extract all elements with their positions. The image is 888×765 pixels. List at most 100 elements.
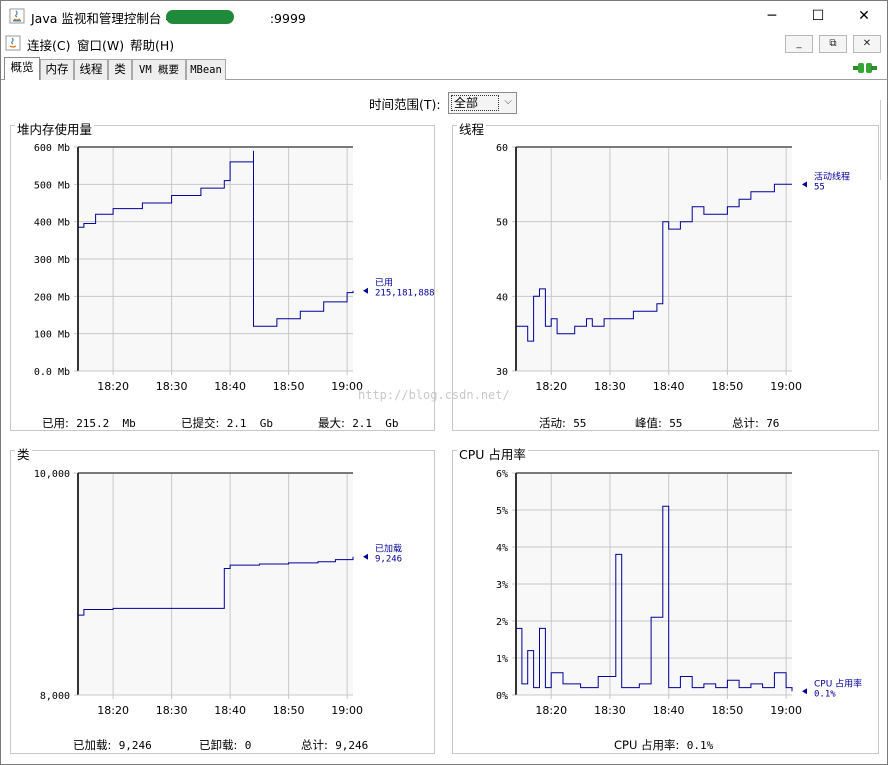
classes-unloaded-stat: 已卸载: 0 xyxy=(199,738,252,752)
menu-help[interactable]: 帮助(H) xyxy=(130,35,174,54)
tab-memory[interactable]: 内存 xyxy=(40,59,74,80)
y-tick-label: 50 xyxy=(496,218,508,229)
menu-window[interactable]: 窗口(W) xyxy=(77,35,124,54)
menu-bar: 连接(C) 窗口(W) 帮助(H) _ ⧉ ✕ xyxy=(1,31,887,55)
x-tick-label: 18:40 xyxy=(653,704,685,717)
series-name-label: CPU 占用率 xyxy=(814,677,862,689)
threads-live-stat: 活动: 55 xyxy=(539,416,587,430)
tab-overview[interactable]: 概览 xyxy=(4,57,40,81)
time-range-value: 全部 xyxy=(451,95,499,111)
title-bar[interactable]: Java 监视和管理控制台 - :9999 ─ ☐ ✕ xyxy=(1,1,887,31)
threads-peak-stat: 峰值: 55 xyxy=(635,416,683,430)
heap-memory-chart: 18:20 18:30 18:40 18:50 19:000.0 Mb100 Mb200… xyxy=(34,143,434,393)
series-marker-icon xyxy=(802,181,807,188)
inner-minimize-button[interactable]: _ xyxy=(785,35,813,53)
connection-status-icon xyxy=(853,63,877,73)
x-tick-label: 18:40 xyxy=(214,704,246,717)
window-edge-scrollbar[interactable] xyxy=(880,100,887,180)
panel-cpu: CPU 占用率 18:20 18:30 18:40 18:50 19:00 0% 1% 2% 3… xyxy=(452,444,879,754)
y-tick-label: 6% xyxy=(496,469,508,480)
y-tick-label: 30 xyxy=(496,367,508,378)
classes-total-stat: 总计: 9,246 xyxy=(301,738,369,752)
series-marker-icon xyxy=(363,553,368,560)
x-tick-label: 18:50 xyxy=(712,380,744,393)
tab-strip: 概览 内存 线程 类 VM 概要 MBean xyxy=(1,57,887,81)
close-button[interactable]: ✕ xyxy=(841,1,887,31)
y-tick-label: 4% xyxy=(496,543,508,554)
y-tick-label: 0.0 Mb xyxy=(34,367,70,378)
x-tick-label: 18:30 xyxy=(594,380,626,393)
redacted-host-mark xyxy=(166,10,234,24)
java-icon xyxy=(5,35,21,51)
series-name-label: 活动线程 xyxy=(814,170,850,182)
heap-committed-stat: 已提交: 2.1 Gb xyxy=(181,416,274,430)
heap-max-stat: 最大: 2.1 Gb xyxy=(318,416,399,430)
x-tick-label: 18:20 xyxy=(97,704,129,717)
x-tick-label: 18:40 xyxy=(214,380,246,393)
x-tick-label: 18:30 xyxy=(156,704,188,717)
heap-used-stat: 已用: 215.2 Mb xyxy=(42,416,136,430)
y-tick-label: 500 Mb xyxy=(34,180,70,191)
watermark-text: http://blog.csdn.net/ xyxy=(358,388,510,402)
classes-chart: 18:20 18:30 18:40 18:50 19:00 8,000 10,000 已加载9… xyxy=(34,469,402,717)
inner-restore-button[interactable]: ⧉ xyxy=(819,35,847,53)
plot-area xyxy=(78,473,353,695)
threads-total-stat: 总计: 76 xyxy=(732,416,780,430)
tab-mbean[interactable]: MBean xyxy=(186,59,226,80)
overview-content: 时间范围(T): 全部 ⌵ 堆内存使用量 18:20 18:30 18:40 18:5… xyxy=(1,80,887,764)
y-tick-label: 3% xyxy=(496,580,508,591)
tab-vm-summary[interactable]: VM 概要 xyxy=(132,59,186,80)
y-tick-label: 2% xyxy=(496,617,508,628)
inner-close-button[interactable]: ✕ xyxy=(853,35,881,53)
x-tick-label: 19:00 xyxy=(770,380,802,393)
java-app-icon xyxy=(9,8,25,24)
panel-heap-memory: 堆内存使用量 18:20 18:30 18:40 18:50 19:00 0.0 Mb 10… xyxy=(10,119,435,431)
panel-classes: 类 18:20 18:30 18:40 18:50 19:00 8,000 10,000 已加… xyxy=(10,444,435,754)
series-name-label: 已加载 xyxy=(375,543,402,555)
y-tick-label: 10,000 xyxy=(34,469,70,480)
x-tick-label: 19:00 xyxy=(770,704,802,717)
series-marker-icon xyxy=(363,287,368,294)
tab-threads[interactable]: 线程 xyxy=(74,59,108,80)
x-tick-label: 18:30 xyxy=(594,704,626,717)
cpu-usage-stat: CPU 占用率: 0.1% xyxy=(614,738,714,752)
series-value-label: 9,246 xyxy=(375,555,402,565)
y-tick-label: 0% xyxy=(496,691,508,702)
series-value-label: 215,181,888 xyxy=(375,289,434,299)
x-tick-label: 19:00 xyxy=(331,704,363,717)
x-tick-label: 18:40 xyxy=(653,380,685,393)
y-tick-label: 40 xyxy=(496,292,508,303)
x-tick-label: 18:20 xyxy=(535,380,567,393)
y-tick-label: 300 Mb xyxy=(34,255,70,266)
series-name-label: 已用 xyxy=(375,278,393,289)
x-tick-label: 18:50 xyxy=(712,704,744,717)
y-tick-label: 600 Mb xyxy=(34,143,70,154)
tab-classes[interactable]: 类 xyxy=(108,59,132,80)
x-tick-label: 18:20 xyxy=(97,380,129,393)
series-value-label: 0.1% xyxy=(814,689,836,699)
y-tick-label: 100 Mb xyxy=(34,330,70,341)
x-tick-label: 18:30 xyxy=(156,380,188,393)
y-tick-label: 1% xyxy=(496,654,508,665)
minimize-button[interactable]: ─ xyxy=(749,1,795,31)
chevron-down-icon: ⌵ xyxy=(504,96,512,107)
y-tick-label: 8,000 xyxy=(40,691,70,702)
menu-connection[interactable]: 连接(C) xyxy=(27,35,70,54)
y-tick-label: 200 Mb xyxy=(34,292,70,303)
maximize-button[interactable]: ☐ xyxy=(795,1,841,31)
x-tick-label: 18:20 xyxy=(535,704,567,717)
jconsole-window: Java 监视和管理控制台 - :9999 ─ ☐ ✕ 连接(C) 窗口(W) … xyxy=(0,0,888,765)
threads-chart: 18:20 18:30 18:40 18:50 19:00 30 40 50 60 活动线程55 xyxy=(496,143,850,393)
plot-area xyxy=(516,147,792,371)
series-marker-icon xyxy=(802,688,807,695)
y-tick-label: 400 Mb xyxy=(34,218,70,229)
series-value-label: 55 xyxy=(814,182,825,192)
panel-threads: 线程 18:20 18:30 18:40 18:50 19:00 30 40 50 60 活动线程… xyxy=(452,119,879,431)
time-range-select[interactable]: 全部 ⌵ xyxy=(448,92,517,114)
classes-loaded-stat: 已加载: 9,246 xyxy=(73,738,152,752)
x-tick-label: 18:50 xyxy=(273,704,305,717)
time-range-label: 时间范围(T): xyxy=(369,97,441,112)
cpu-chart: 18:20 18:30 18:40 18:50 19:00 0% 1% 2% 3% 4% 5% 6% C… xyxy=(496,469,862,717)
y-tick-label: 5% xyxy=(496,506,508,517)
y-tick-label: 60 xyxy=(496,143,508,154)
